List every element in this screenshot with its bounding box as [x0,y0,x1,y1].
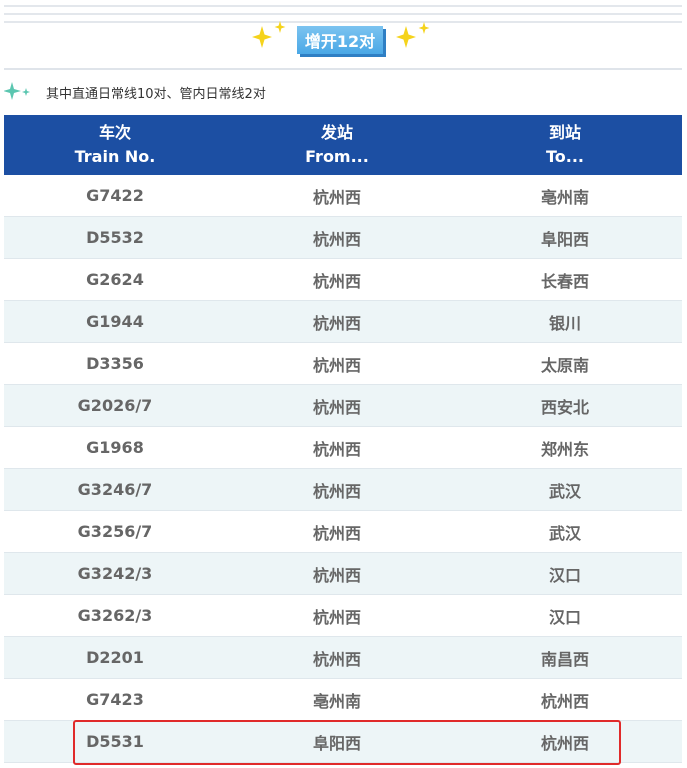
from-station-cell: 杭州西 [226,510,448,553]
sparkle-icon [274,21,286,33]
table-row: G1968 杭州西 郑州东 [4,426,682,469]
sparkle-notice-icon [3,80,34,104]
column-header-en: To... [545,147,584,166]
sparkle-icon [396,26,416,48]
divider [4,68,682,70]
train-number-cell: G1968 [4,426,226,469]
table-header-row: 车次 Train No. 发站 From... 到站 To... [4,115,682,175]
from-station-cell: 阜阳西 [226,720,448,763]
from-station-cell: 杭州西 [226,384,448,427]
from-station-cell: 杭州西 [226,342,448,385]
to-station-cell: 亳州南 [448,175,682,217]
from-station-cell: 亳州南 [226,678,448,721]
table-row: G7422 杭州西 亳州南 [4,175,682,217]
from-station-cell: 杭州西 [226,426,448,469]
table-row: D5531 阜阳西 杭州西 [4,720,682,763]
table-row: D5532 杭州西 阜阳西 [4,216,682,259]
train-number-cell: G3246/7 [4,468,226,511]
to-station-cell: 杭州西 [448,720,682,763]
table-row: G3256/7 杭州西 武汉 [4,510,682,553]
to-station-cell: 杭州西 [448,678,682,721]
to-station-cell: 太原南 [448,342,682,385]
train-number-cell: G2026/7 [4,384,226,427]
to-station-cell: 南昌西 [448,636,682,679]
column-header-en: Train No. [74,147,156,166]
train-number-cell: G2624 [4,258,226,301]
from-station-cell: 杭州西 [226,300,448,343]
train-number-cell: D5532 [4,216,226,259]
from-station-cell: 杭州西 [226,175,448,217]
notice-text: 其中直通日常线10对、管内日常线2对 [46,86,266,102]
divider [4,5,682,7]
to-station-cell: 银川 [448,300,682,343]
title-badge-group: 增开12对 [252,18,434,58]
from-station-cell: 杭州西 [226,468,448,511]
from-station-cell: 杭州西 [226,258,448,301]
to-station-cell: 武汉 [448,510,682,553]
train-table: 车次 Train No. 发站 From... 到站 To... G7422 杭… [4,115,682,763]
table-row: G2026/7 杭州西 西安北 [4,384,682,427]
divider [4,13,682,15]
column-header-from: 发站 From... [226,115,448,175]
column-header-en: From... [305,147,369,166]
table-row: G2624 杭州西 长春西 [4,258,682,301]
table-row: G3246/7 杭州西 武汉 [4,468,682,511]
from-station-cell: 杭州西 [226,216,448,259]
table-row: G1944 杭州西 银川 [4,300,682,343]
table-row: G3262/3 杭州西 汉口 [4,594,682,637]
to-station-cell: 汉口 [448,594,682,637]
from-station-cell: 杭州西 [226,594,448,637]
column-header-zh: 到站 [548,123,581,142]
to-station-cell: 郑州东 [448,426,682,469]
column-header-zh: 车次 [98,123,131,142]
from-station-cell: 杭州西 [226,636,448,679]
table-row: D2201 杭州西 南昌西 [4,636,682,679]
train-number-cell: D3356 [4,342,226,385]
train-number-cell: D2201 [4,636,226,679]
train-number-cell: G7422 [4,175,226,217]
train-number-cell: G3262/3 [4,594,226,637]
to-station-cell: 阜阳西 [448,216,682,259]
train-number-cell: G1944 [4,300,226,343]
from-station-cell: 杭州西 [226,552,448,595]
sparkle-icon [252,26,272,48]
to-station-cell: 长春西 [448,258,682,301]
train-number-cell: G7423 [4,678,226,721]
train-number-cell: G3256/7 [4,510,226,553]
notice-line: 其中直通日常线10对、管内日常线2对 [3,80,266,104]
sparkle-icon [418,22,430,34]
title-badge: 增开12对 [297,26,383,54]
table-row: G7423 亳州南 杭州西 [4,678,682,721]
to-station-cell: 西安北 [448,384,682,427]
to-station-cell: 武汉 [448,468,682,511]
to-station-cell: 汉口 [448,552,682,595]
train-number-cell: G3242/3 [4,552,226,595]
table-row: G3242/3 杭州西 汉口 [4,552,682,595]
train-number-cell: D5531 [4,720,226,763]
column-header-train: 车次 Train No. [4,115,226,175]
column-header-zh: 发站 [320,123,353,142]
table-row: D3356 杭州西 太原南 [4,342,682,385]
column-header-to: 到站 To... [448,115,682,175]
